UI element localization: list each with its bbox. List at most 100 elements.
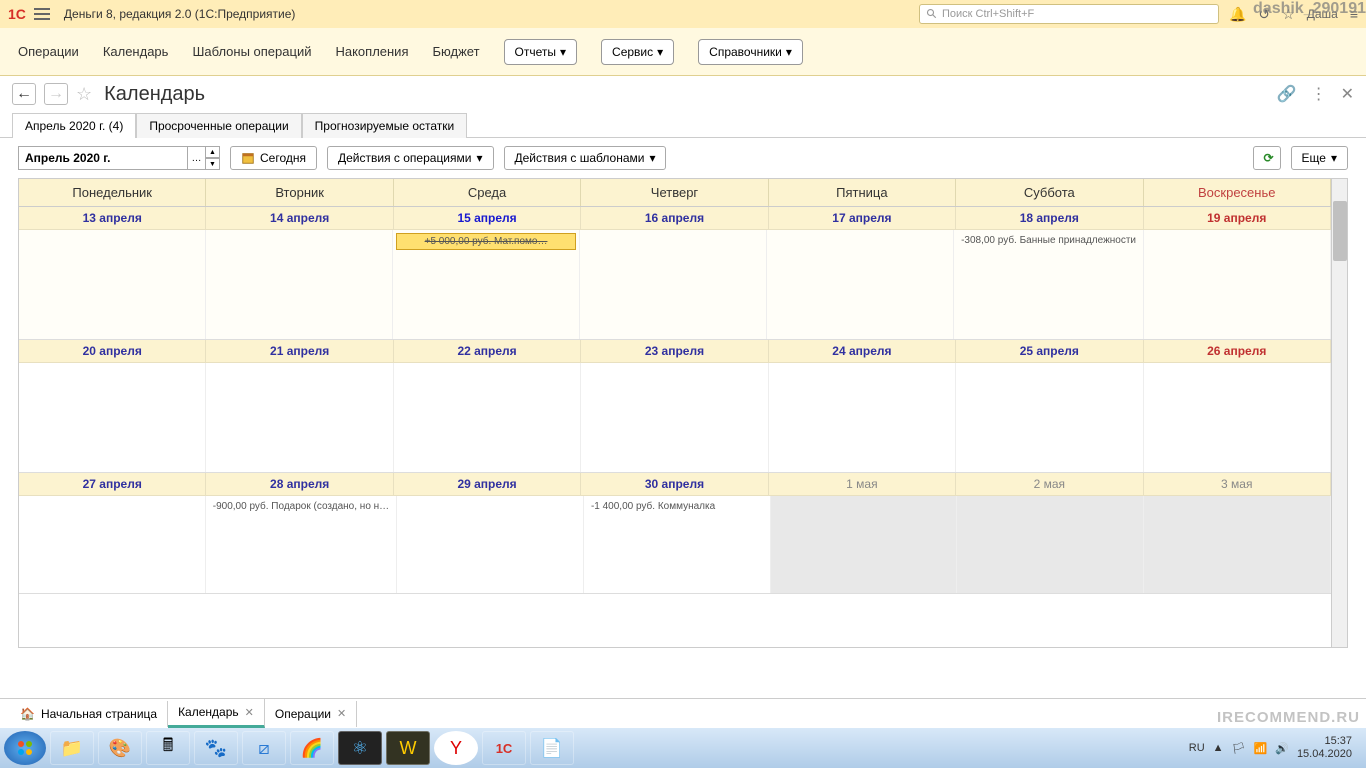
close-tab-icon[interactable]: ✕ <box>245 706 254 719</box>
date-cell[interactable]: 3 мая <box>1144 473 1331 495</box>
back-button[interactable]: ← <box>12 83 36 105</box>
menu-savings[interactable]: Накопления <box>335 44 408 59</box>
date-cell[interactable]: 21 апреля <box>206 340 393 362</box>
close-tab-icon[interactable]: ✕ <box>337 707 346 720</box>
date-cell[interactable]: 28 апреля <box>206 473 393 495</box>
date-cell[interactable]: 16 апреля <box>581 207 768 229</box>
date-cell[interactable]: 20 апреля <box>19 340 206 362</box>
start-button[interactable] <box>4 731 46 765</box>
month-input[interactable] <box>18 146 188 170</box>
tray-flag-icon[interactable]: 🏳 <box>1232 742 1246 755</box>
btab-home[interactable]: 🏠Начальная страница <box>10 701 168 727</box>
task-paint[interactable]: 🎨 <box>98 731 142 765</box>
day-cell[interactable] <box>19 230 206 339</box>
date-cell[interactable]: 13 апреля <box>19 207 206 229</box>
date-cell-today[interactable]: 15 апреля <box>394 207 581 229</box>
refresh-button[interactable]: ⟳ <box>1253 146 1281 170</box>
tray-clock[interactable]: 15:37 15.04.2020 <box>1297 735 1352 761</box>
menu-operations[interactable]: Операции <box>18 44 79 59</box>
reports-button[interactable]: Отчеты▾ <box>504 39 578 65</box>
scrollbar[interactable] <box>1331 179 1347 647</box>
day-cell[interactable] <box>397 496 584 593</box>
day-cell[interactable] <box>956 363 1143 472</box>
task-wow[interactable]: W <box>386 731 430 765</box>
btab-calendar[interactable]: Календарь✕ <box>168 699 265 728</box>
date-cell[interactable]: 18 апреля <box>956 207 1143 229</box>
tab-month[interactable]: Апрель 2020 г. (4) <box>12 113 136 138</box>
date-cell[interactable]: 27 апреля <box>19 473 206 495</box>
task-1c[interactable]: 1C <box>482 731 526 765</box>
day-cell[interactable] <box>206 363 393 472</box>
date-cell[interactable]: 25 апреля <box>956 340 1143 362</box>
date-cell[interactable]: 2 мая <box>956 473 1143 495</box>
more-icon[interactable]: ⋮ <box>1311 84 1327 104</box>
task-notes[interactable]: 📄 <box>530 731 574 765</box>
date-cell[interactable]: 22 апреля <box>394 340 581 362</box>
date-cell[interactable]: 23 апреля <box>581 340 768 362</box>
menu-templates[interactable]: Шаблоны операций <box>192 44 311 59</box>
date-cell[interactable]: 19 апреля <box>1144 207 1331 229</box>
task-app3[interactable]: ⚛ <box>338 731 382 765</box>
month-down[interactable]: ▼ <box>206 158 220 170</box>
event-item[interactable]: -1 400,00 руб. Коммуналка <box>587 499 767 514</box>
scroll-thumb[interactable] <box>1333 201 1347 261</box>
day-cell[interactable] <box>1144 230 1331 339</box>
close-icon[interactable]: ✕ <box>1341 84 1354 104</box>
more-button[interactable]: Еще▾ <box>1291 146 1348 170</box>
tray-sound-icon[interactable]: 🔊 <box>1275 742 1289 755</box>
month-selector[interactable]: … ▲ ▼ <box>18 146 220 170</box>
day-cell[interactable]: -900,00 руб. Подарок (создано, но н… <box>206 496 397 593</box>
date-cell[interactable]: 30 апреля <box>581 473 768 495</box>
day-cell[interactable] <box>580 230 767 339</box>
day-cell[interactable] <box>581 363 768 472</box>
ops-actions-button[interactable]: Действия с операциями▾ <box>327 146 494 170</box>
task-vscode[interactable]: ⧄ <box>242 731 286 765</box>
day-cell[interactable] <box>769 363 956 472</box>
today-button[interactable]: Сегодня <box>230 146 317 170</box>
forward-button[interactable]: → <box>44 83 68 105</box>
hamburger-icon[interactable] <box>34 8 50 20</box>
link-icon[interactable]: 🔗 <box>1277 84 1297 104</box>
day-cell[interactable]: +5 000,00 руб. Мат.помо… <box>393 230 580 339</box>
month-picker-button[interactable]: … <box>188 146 206 170</box>
menu-calendar[interactable]: Календарь <box>103 44 169 59</box>
tray-up-icon[interactable]: ▲ <box>1213 742 1224 754</box>
day-cell[interactable] <box>767 230 954 339</box>
day-cell[interactable] <box>771 496 958 593</box>
date-cell[interactable]: 29 апреля <box>394 473 581 495</box>
task-app1[interactable]: 🐾 <box>194 731 238 765</box>
favorite-icon[interactable]: ☆ <box>76 84 92 105</box>
task-yandex[interactable]: Y <box>434 731 478 765</box>
event-item[interactable]: -308,00 руб. Банные принадлежности <box>957 233 1140 248</box>
menu-budget[interactable]: Бюджет <box>433 44 480 59</box>
task-app2[interactable]: 🌈 <box>290 731 334 765</box>
date-cell[interactable]: 17 апреля <box>769 207 956 229</box>
day-cell[interactable]: -308,00 руб. Банные принадлежности <box>954 230 1144 339</box>
date-cell[interactable]: 14 апреля <box>206 207 393 229</box>
tray-lang[interactable]: RU <box>1189 742 1205 754</box>
tpl-actions-button[interactable]: Действия с шаблонами▾ <box>504 146 667 170</box>
date-cell[interactable]: 1 мая <box>769 473 956 495</box>
search-input[interactable]: Поиск Ctrl+Shift+F <box>919 4 1219 24</box>
day-cell[interactable] <box>19 496 206 593</box>
day-cell[interactable] <box>1144 496 1331 593</box>
day-cell[interactable] <box>394 363 581 472</box>
tab-forecast[interactable]: Прогнозируемые остатки <box>302 113 468 138</box>
bell-icon[interactable]: 🔔 <box>1229 6 1246 23</box>
task-calc[interactable]: 🖩 <box>146 731 190 765</box>
tab-overdue[interactable]: Просроченные операции <box>136 113 301 138</box>
service-button[interactable]: Сервис▾ <box>601 39 674 65</box>
date-cell[interactable]: 24 апреля <box>769 340 956 362</box>
date-cell[interactable]: 26 апреля <box>1144 340 1331 362</box>
btab-operations[interactable]: Операции✕ <box>265 701 357 727</box>
event-item[interactable]: -900,00 руб. Подарок (создано, но н… <box>209 499 393 514</box>
day-cell[interactable] <box>957 496 1144 593</box>
day-cell[interactable]: -1 400,00 руб. Коммуналка <box>584 496 771 593</box>
tray-network-icon[interactable]: 📶 <box>1254 742 1268 755</box>
event-item[interactable]: +5 000,00 руб. Мат.помо… <box>396 233 576 250</box>
day-cell[interactable] <box>206 230 393 339</box>
task-explorer[interactable]: 📁 <box>50 731 94 765</box>
day-cell[interactable] <box>1144 363 1331 472</box>
reference-button[interactable]: Справочники▾ <box>698 39 803 65</box>
day-cell[interactable] <box>19 363 206 472</box>
